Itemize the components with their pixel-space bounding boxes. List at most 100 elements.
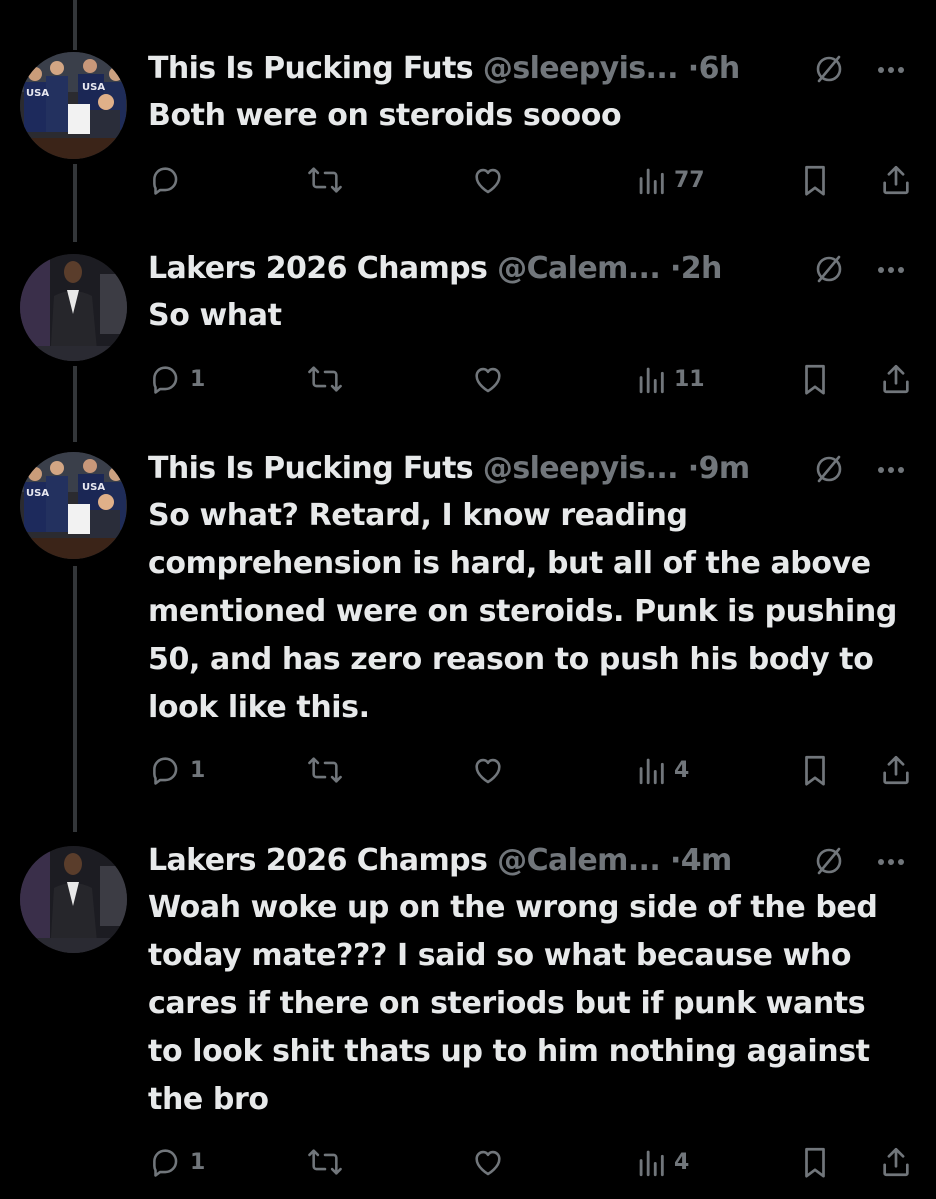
grok-icon[interactable] <box>814 846 844 876</box>
more-options-icon[interactable] <box>874 846 908 876</box>
reply-count: 1 <box>190 1149 206 1175</box>
thread-line <box>73 0 77 50</box>
separator-dot: · <box>687 451 699 486</box>
thread-line <box>73 566 77 832</box>
grok-icon[interactable] <box>814 54 844 84</box>
avatar[interactable] <box>20 254 127 361</box>
analytics-icon <box>639 1150 664 1177</box>
timestamp[interactable]: 2h <box>681 251 723 286</box>
like-button[interactable] <box>470 1142 506 1182</box>
tweet-header: Lakers 2026 Champs @Calem... ·4m <box>148 838 908 884</box>
avatar[interactable]: USA USA <box>20 452 127 559</box>
display-name[interactable]: Lakers 2026 Champs <box>148 843 488 878</box>
repost-button[interactable] <box>306 359 344 399</box>
heart-icon <box>475 758 501 784</box>
svg-text:USA: USA <box>82 482 105 493</box>
bookmark-button[interactable] <box>800 1142 830 1182</box>
reply-button[interactable] <box>148 160 190 200</box>
share-button[interactable] <box>880 1142 912 1182</box>
views-button[interactable]: 11 <box>636 359 705 399</box>
display-name[interactable]: Lakers 2026 Champs <box>148 251 488 286</box>
man-in-suit-avatar-image <box>20 254 127 361</box>
man-in-suit-avatar-image <box>20 846 127 953</box>
display-name[interactable]: This Is Pucking Futs <box>148 451 474 486</box>
reply-button[interactable]: 1 <box>148 359 205 399</box>
separator-dot: · <box>687 51 699 86</box>
views-count: 11 <box>674 366 705 392</box>
reply-button[interactable]: 1 <box>148 1142 205 1182</box>
heart-icon <box>475 367 501 393</box>
tweet-text: So what? Retard, I know reading comprehe… <box>148 498 897 725</box>
more-options-icon[interactable] <box>874 54 908 84</box>
share-icon <box>883 1147 909 1177</box>
separator-dot: · <box>669 251 681 286</box>
repost-icon <box>308 366 342 392</box>
tweet-header: This Is Pucking Futs @sleepyis... ·9m <box>148 446 908 492</box>
more-options-icon[interactable] <box>874 254 908 284</box>
repost-button[interactable] <box>306 160 344 200</box>
tweet-content: This Is Pucking Futs @sleepyis... ·9m So… <box>148 446 908 732</box>
share-icon <box>883 755 909 785</box>
repost-button[interactable] <box>306 1142 344 1182</box>
bookmark-button[interactable] <box>800 160 830 200</box>
handle[interactable]: @Calem... <box>497 251 661 286</box>
svg-text:USA: USA <box>26 488 49 499</box>
repost-icon <box>308 757 342 783</box>
tweet-text: Woah woke up on the wrong side of the be… <box>148 890 878 1117</box>
bookmark-icon <box>805 755 825 786</box>
reply-button[interactable]: 1 <box>148 750 205 790</box>
grok-icon[interactable] <box>814 254 844 284</box>
avatar[interactable]: USA USA <box>20 52 127 159</box>
reply-icon <box>153 1149 178 1177</box>
views-button[interactable]: 4 <box>636 750 689 790</box>
analytics-icon <box>639 758 664 785</box>
svg-text:USA: USA <box>26 88 49 99</box>
tweet-content: Lakers 2026 Champs @Calem... ·2h So what <box>148 246 908 340</box>
tweet-header: This Is Pucking Futs @sleepyis... ·6h <box>148 46 908 92</box>
handle[interactable]: @Calem... <box>497 843 661 878</box>
display-name[interactable]: This Is Pucking Futs <box>148 51 474 86</box>
timestamp[interactable]: 6h <box>699 51 741 86</box>
share-button[interactable] <box>880 750 912 790</box>
heart-icon <box>475 168 501 194</box>
analytics-icon <box>639 168 664 195</box>
usa-team-avatar-image: USA USA <box>20 452 127 559</box>
share-button[interactable] <box>880 160 912 200</box>
bookmark-button[interactable] <box>800 359 830 399</box>
repost-icon <box>308 167 342 193</box>
bookmark-icon <box>805 165 825 196</box>
like-button[interactable] <box>470 160 506 200</box>
tweet-actions: 77 <box>0 160 936 200</box>
timestamp[interactable]: 9m <box>699 451 751 486</box>
analytics-icon <box>639 367 664 394</box>
svg-text:USA: USA <box>82 82 105 93</box>
views-button[interactable]: 4 <box>636 1142 689 1182</box>
tweet-actions: 1 4 <box>0 1142 936 1182</box>
bookmark-button[interactable] <box>800 750 830 790</box>
repost-button[interactable] <box>306 750 344 790</box>
avatar[interactable] <box>20 846 127 953</box>
tweet-content: Lakers 2026 Champs @Calem... ·4m Woah wo… <box>148 838 908 1124</box>
share-button[interactable] <box>880 359 912 399</box>
tweet-text: Both were on steroids soooo <box>148 98 622 133</box>
separator-dot: · <box>669 843 681 878</box>
share-icon <box>883 165 909 195</box>
like-button[interactable] <box>470 359 506 399</box>
handle[interactable]: @sleepyis... <box>483 51 679 86</box>
tweet-actions: 1 4 <box>0 750 936 790</box>
bookmark-icon <box>805 364 825 395</box>
views-count: 4 <box>674 757 690 783</box>
views-button[interactable]: 77 <box>636 160 705 200</box>
views-count: 4 <box>674 1149 690 1175</box>
reply-count: 1 <box>190 757 206 783</box>
reply-count: 1 <box>190 366 206 392</box>
usa-team-avatar-image: USA USA <box>20 52 127 159</box>
like-button[interactable] <box>470 750 506 790</box>
handle[interactable]: @sleepyis... <box>483 451 679 486</box>
reply-icon <box>153 757 178 785</box>
bookmark-icon <box>805 1147 825 1178</box>
tweet-text: So what <box>148 298 282 333</box>
grok-icon[interactable] <box>814 454 844 484</box>
timestamp[interactable]: 4m <box>681 843 733 878</box>
more-options-icon[interactable] <box>874 454 908 484</box>
